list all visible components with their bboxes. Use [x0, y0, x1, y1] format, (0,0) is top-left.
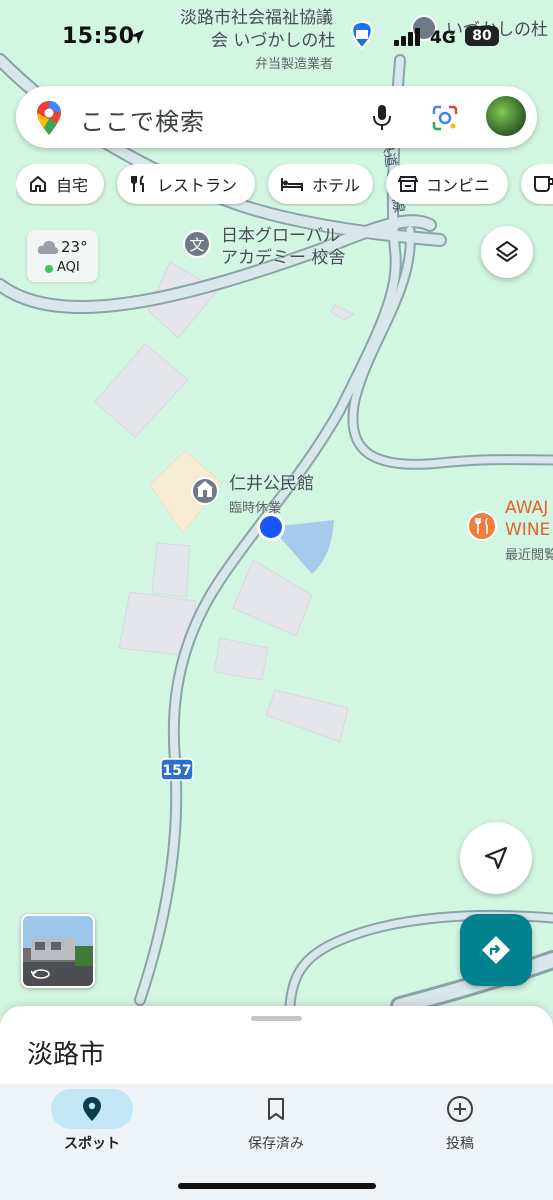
winery-label-line1[interactable]: AWAJ [505, 498, 548, 519]
bookmark-icon [268, 1098, 284, 1120]
rotate-360-icon [31, 969, 50, 979]
location-arrow-icon [130, 30, 144, 44]
cloud-icon [37, 241, 59, 254]
aqi-status-dot [45, 265, 53, 273]
google-lens-icon[interactable] [432, 105, 458, 131]
route-number: 157 [162, 763, 191, 779]
layers-icon [496, 241, 518, 262]
chip-restaurant[interactable]: レストラン [117, 164, 255, 204]
search-input[interactable]: ここで検索 [80, 102, 205, 137]
chip-convenience[interactable]: コンビニ [386, 164, 508, 204]
nav-explore-label: スポット [64, 1136, 120, 1152]
chip-home[interactable]: 自宅 [16, 164, 104, 204]
category-chips: 自宅 レストラン ホテル コンビニ [16, 164, 553, 206]
nav-explore-active-pill [51, 1089, 133, 1129]
restaurant-icon [131, 175, 144, 192]
chip-convenience-label: コンビニ [426, 176, 491, 195]
chip-hotel-label: ホテル [312, 176, 361, 195]
sheet-title: 淡路市 [27, 1040, 106, 1070]
chip-cafe[interactable] [521, 164, 553, 204]
status-time: 15:50 [62, 24, 135, 49]
status-bar: 15:50 4G 80 [0, 0, 553, 75]
add-circle-icon [447, 1096, 473, 1122]
street-view-thumbnail[interactable] [21, 914, 95, 988]
chip-home-label: 自宅 [56, 176, 89, 195]
hall-label[interactable]: 仁井公民館 [229, 474, 314, 495]
home-icon [30, 176, 46, 192]
google-maps-pin-icon [37, 101, 61, 135]
restaurant-poi-marker [467, 511, 497, 541]
nav-saved-pill [235, 1089, 317, 1129]
aqi-label: AQI [57, 260, 80, 275]
battery-level: 80 [465, 26, 499, 46]
nav-saved-label: 保存済み [248, 1136, 304, 1152]
signal-icon [394, 28, 420, 46]
search-bar[interactable]: ここで検索 [16, 86, 537, 148]
current-location-dot [260, 516, 282, 538]
winery-label-line2[interactable]: WINE [505, 520, 550, 541]
home-indicator[interactable] [178, 1183, 376, 1189]
network-type: 4G [430, 28, 456, 48]
school-label-line2[interactable]: アカデミー 校舎 [221, 248, 345, 269]
weather-temperature: 23° [61, 238, 88, 256]
nav-saved[interactable]: 保存済み [216, 1084, 336, 1153]
winery-recent: 最近閲覧 [505, 548, 553, 563]
nav-explore[interactable]: スポット [32, 1084, 152, 1153]
recenter-button[interactable] [460, 822, 532, 894]
hall-status: 臨時休業 [229, 501, 282, 516]
svg-text:文: 文 [189, 236, 204, 254]
nav-contribute[interactable]: 投稿 [400, 1084, 520, 1153]
weather-widget[interactable]: 23° AQI [27, 230, 98, 282]
directions-button[interactable] [460, 914, 532, 986]
store-icon [398, 176, 418, 192]
sheet-drag-handle[interactable] [251, 1016, 302, 1021]
layers-button[interactable] [481, 226, 533, 278]
coffee-cup-icon [534, 176, 553, 192]
nav-contribute-pill [419, 1089, 501, 1129]
navigation-arrow-icon [484, 846, 508, 870]
chip-restaurant-label: レストラン [157, 176, 238, 195]
directions-icon [482, 936, 510, 964]
microphone-icon[interactable] [373, 104, 391, 132]
school-label-line1[interactable]: 日本グローバル [221, 226, 340, 247]
user-avatar[interactable] [486, 96, 526, 136]
hotel-bed-icon [281, 178, 303, 191]
chip-hotel[interactable]: ホテル [268, 164, 373, 204]
nav-contribute-label: 投稿 [446, 1136, 474, 1152]
location-pin-icon [83, 1097, 101, 1121]
